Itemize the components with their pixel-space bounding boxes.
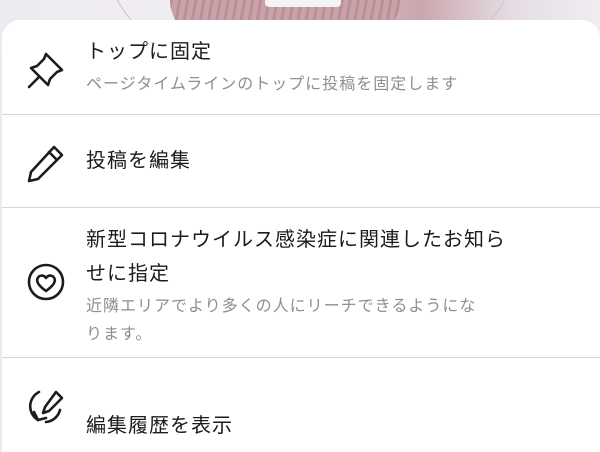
pin-to-top-item[interactable]: トップに固定 ページタイムラインのトップに投稿を固定します [2,20,600,114]
action-sheet: トップに固定 ページタイムラインのトップに投稿を固定します 投稿を編集 新型コロ… [2,0,600,452]
pin-to-top-title: トップに固定 [86,39,212,63]
pencil-icon [24,141,68,185]
heart-circle-icon [24,260,68,304]
covid-announcement-item[interactable]: 新型コロナウイルス感染症に関連したお知ら せに指定 近隣エリアでより多くの人にリ… [2,208,600,357]
sheet-grabber[interactable] [265,0,341,7]
pin-icon [24,48,68,92]
edit-post-title: 投稿を編集 [86,148,191,172]
edit-history-item[interactable]: 編集履歴を表示 [2,358,600,452]
covid-announcement-title: 新型コロナウイルス感染症に関連したお知ら [86,227,506,251]
edit-history-icon [24,384,68,428]
pin-to-top-subtitle: ページタイムラインのトップに投稿を固定します [86,74,459,93]
edit-post-item[interactable]: 投稿を編集 [2,115,600,207]
covid-announcement-subtitle: 近隣エリアでより多くの人にリーチできるようにな [86,296,477,315]
edit-history-title: 編集履歴を表示 [86,413,233,437]
covid-announcement-title: せに指定 [86,261,170,285]
covid-announcement-subtitle: ります。 [86,324,153,343]
